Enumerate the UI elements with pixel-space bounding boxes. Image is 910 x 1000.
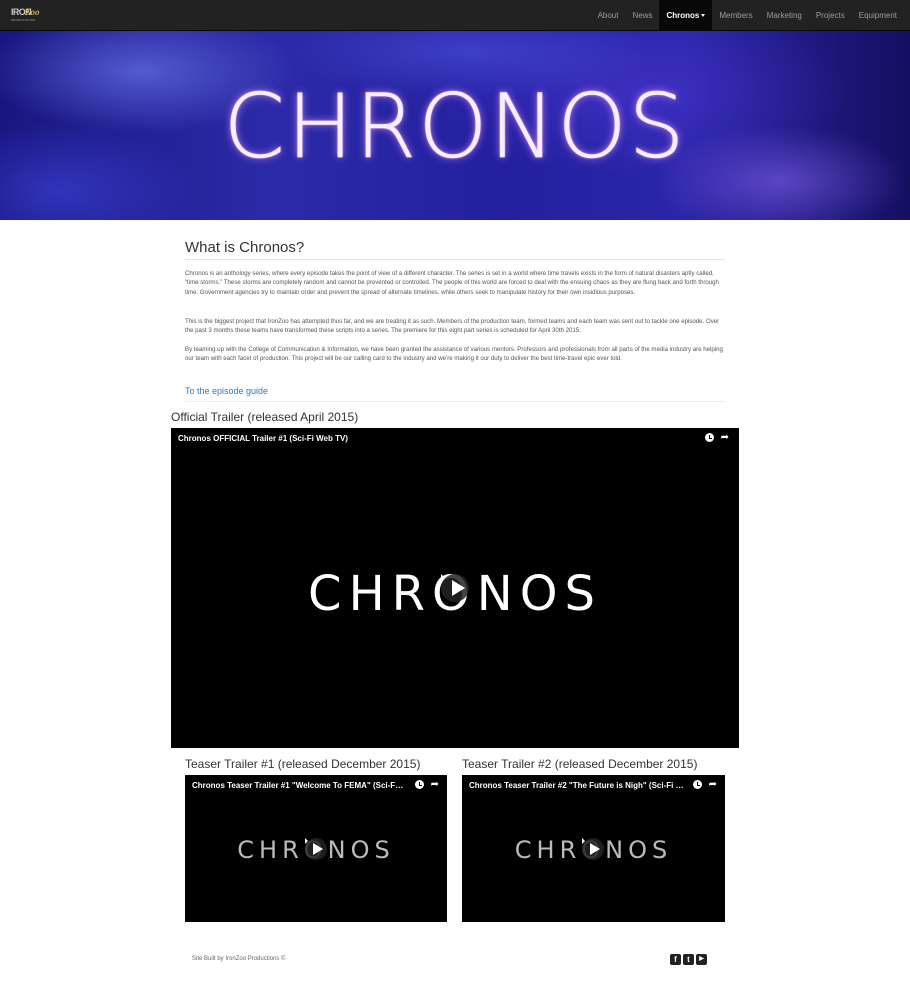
watch-later-icon[interactable] xyxy=(414,780,424,789)
hero-banner: CHRONOS xyxy=(0,31,910,220)
footer-credit: Site Built by IronZoo Productions © xyxy=(192,956,286,962)
share-icon[interactable]: ➦ xyxy=(431,780,439,790)
official-trailer-video[interactable]: Chronos OFFICIAL Trailer #1 (Sci-Fi Web … xyxy=(171,428,739,748)
share-icon[interactable]: ➦ xyxy=(721,433,729,443)
nav-item-equipment[interactable]: Equipment xyxy=(852,0,904,31)
caret-down-icon xyxy=(701,14,706,17)
play-icon[interactable] xyxy=(305,838,327,860)
official-trailer-heading: Official Trailer (released April 2015) xyxy=(171,410,359,424)
youtube-icon[interactable]: ▶ xyxy=(696,954,707,965)
play-triangle xyxy=(452,580,465,596)
video-controls: ➦ xyxy=(692,780,717,790)
watch-later-icon[interactable] xyxy=(692,780,702,789)
nav-item-chronos[interactable]: Chronos xyxy=(659,0,713,31)
nav-item-about[interactable]: About xyxy=(591,0,626,31)
link-divider xyxy=(185,401,725,402)
nav-item-news[interactable]: News xyxy=(625,0,659,31)
nav-item-projects[interactable]: Projects xyxy=(809,0,852,31)
teaser2-heading: Teaser Trailer #2 (released December 201… xyxy=(462,757,698,771)
nav-label-members: Members xyxy=(719,11,753,20)
facebook-icon[interactable]: f xyxy=(670,954,681,965)
episode-guide-link[interactable]: To the episode guide xyxy=(185,386,268,396)
nav-label-chronos: Chronos xyxy=(666,11,700,20)
video-title[interactable]: Chronos OFFICIAL Trailer #1 (Sci-Fi Web … xyxy=(178,434,678,443)
nav-item-members[interactable]: Members xyxy=(712,0,759,31)
logo-tagline: PRODUCTIONS xyxy=(11,18,36,22)
nav-label-news: News xyxy=(632,11,653,20)
ironzoo-logo[interactable]: IRON Zoo PRODUCTIONS xyxy=(11,7,43,24)
nav-label-about: About xyxy=(597,11,619,20)
video-title[interactable]: Chronos Teaser Trailer #1 "Welcome To FE… xyxy=(192,781,404,790)
teaser2-video[interactable]: Chronos Teaser Trailer #2 "The Future is… xyxy=(462,775,725,922)
play-triangle xyxy=(313,843,323,855)
intro-paragraph-2: This is the biggest project that IronZoo… xyxy=(185,318,720,335)
teaser1-heading: Teaser Trailer #1 (released December 201… xyxy=(185,757,421,771)
logo-word-zoo: Zoo xyxy=(25,7,40,17)
play-icon[interactable] xyxy=(582,838,604,860)
watch-later-icon[interactable] xyxy=(704,433,714,442)
play-icon[interactable] xyxy=(441,574,469,602)
nav-label-projects: Projects xyxy=(815,11,845,20)
video-controls: ➦ xyxy=(704,433,729,443)
nav-label-marketing: Marketing xyxy=(766,11,802,20)
teaser1-video[interactable]: Chronos Teaser Trailer #1 "Welcome To FE… xyxy=(185,775,447,922)
hero-title: CHRONOS xyxy=(223,75,687,178)
intro-paragraph-1: Chronos is an anthology series, where ev… xyxy=(185,270,719,296)
play-triangle xyxy=(590,843,600,855)
page-title: What is Chronos? xyxy=(185,239,305,256)
video-title[interactable]: Chronos Teaser Trailer #2 "The Future is… xyxy=(469,781,684,790)
share-icon[interactable]: ➦ xyxy=(709,780,717,790)
top-navbar: IRON Zoo PRODUCTIONS About News Chronos … xyxy=(0,0,910,31)
intro-paragraph-3: By teaming up with the College of Commun… xyxy=(185,346,723,363)
video-controls: ➦ xyxy=(414,780,439,790)
nav-label-equipment: Equipment xyxy=(858,11,897,20)
main-nav: About News Chronos Members Marketing Pro… xyxy=(591,0,904,31)
nav-item-marketing[interactable]: Marketing xyxy=(760,0,809,31)
title-divider xyxy=(185,259,725,260)
social-links: f t ▶ xyxy=(670,954,707,965)
twitter-icon[interactable]: t xyxy=(683,954,694,965)
